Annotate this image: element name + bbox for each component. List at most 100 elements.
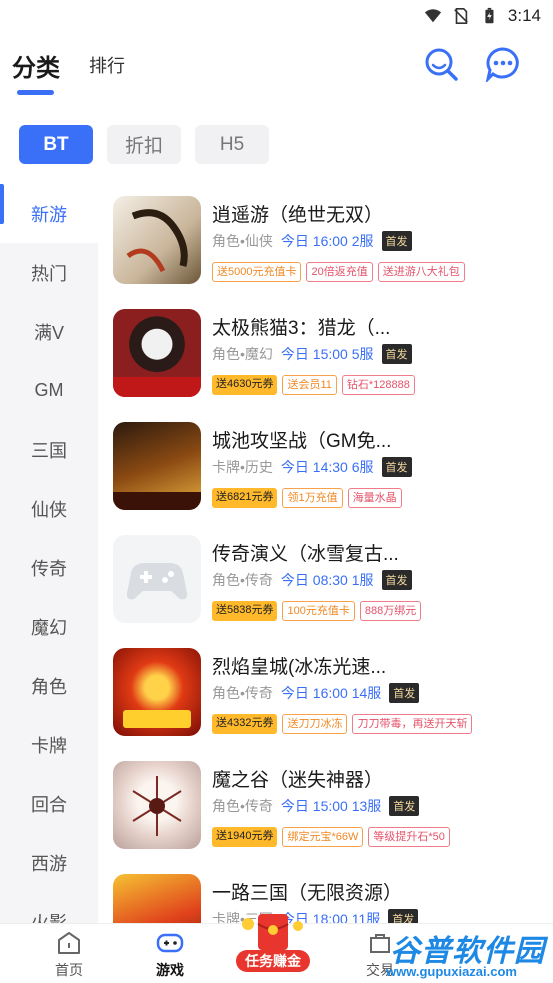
nav-home[interactable]: 首页: [39, 930, 99, 980]
game-row[interactable]: 魔之谷（迷失神器） 角色•传奇 今日 15:00 13服 首发 送1940元券 …: [98, 749, 553, 862]
wifi-icon: [424, 9, 442, 23]
game-server-time: 今日 08:30 1服: [280, 572, 374, 588]
promo-tag: 等级提升石*50: [368, 827, 450, 847]
game-server-time: 今日 15:00 5服: [280, 346, 374, 362]
game-row[interactable]: 城池攻坚战（GM免... 卡牌•历史 今日 14:30 6服 首发 送6821元…: [98, 410, 553, 523]
filter-chips: BT 折扣 H5: [19, 125, 269, 164]
sidebar-item-fantasy[interactable]: 魔幻: [0, 597, 98, 656]
sidebar-item-turn-based[interactable]: 回合: [0, 774, 98, 833]
sidebar-item-xianxia[interactable]: 仙侠: [0, 479, 98, 538]
sidebar-item-hot[interactable]: 热门: [0, 243, 98, 302]
coupon-tag: 送4630元券: [212, 375, 278, 395]
game-tags: 送4332元券 送刀刀冰冻 刀刀带毒，再送开天斩: [212, 714, 473, 734]
game-thumbnail: [113, 874, 201, 923]
promo-tag: 20倍返充值: [306, 262, 373, 282]
game-category: 角色•传奇: [212, 572, 273, 588]
coupon-tag: 送4332元券: [212, 714, 278, 734]
promo-tag: 钻石*128888: [341, 375, 415, 395]
sidebar-item-gm[interactable]: GM: [0, 361, 98, 420]
sidebar-item-maxv[interactable]: 满V: [0, 302, 98, 361]
game-title: 逍遥游（绝世无双）: [212, 205, 384, 226]
game-server-time: 今日 15:00 13服: [280, 798, 382, 814]
clock: 3:14: [507, 6, 541, 25]
game-thumbnail: [113, 196, 201, 284]
sidebar-item-naruto[interactable]: 火影: [0, 892, 98, 924]
promo-tag: 100元充值卡: [282, 601, 355, 621]
game-thumbnail: [113, 648, 201, 736]
home-icon: [58, 932, 80, 954]
first-release-badge: 首发: [389, 796, 420, 816]
promo-tag: 刀刀带毒，再送开天斩: [352, 714, 473, 734]
game-row[interactable]: 逍遥游（绝世无双） 角色•仙侠 今日 16:00 2服 首发 送5000元充值卡…: [98, 184, 553, 297]
chat-bubble-icon[interactable]: [485, 46, 521, 82]
game-server-time: 今日 16:00 2服: [280, 233, 374, 249]
game-category: 角色•仙侠: [212, 233, 273, 249]
promo-tag: 绑定元宝*66W: [282, 827, 364, 847]
game-server-time: 今日 16:00 14服: [280, 685, 382, 701]
game-meta: 角色•仙侠 今日 16:00 2服 首发: [212, 231, 412, 251]
no-sim-icon: [454, 7, 468, 25]
tab-ranking[interactable]: 排行: [89, 52, 125, 78]
game-title: 一路三国（无限资源）: [212, 883, 403, 904]
tab-category[interactable]: 分类: [12, 48, 60, 83]
coupon-tag: 送5838元券: [212, 601, 278, 621]
game-list: 逍遥游（绝世无双） 角色•仙侠 今日 16:00 2服 首发 送5000元充值卡…: [98, 184, 553, 923]
game-row[interactable]: 一路三国（无限资源） 卡牌•三国 今日 18:00 11服 首发: [98, 862, 553, 923]
active-tab-indicator: [17, 90, 54, 95]
task-earn-label: 任务赚金: [236, 950, 310, 972]
game-art-calligraphy: [126, 209, 188, 273]
gamepad-placeholder-icon: [126, 563, 188, 600]
game-row[interactable]: 传奇演义（冰雪复古... 角色•传奇 今日 08:30 1服 首发 送5838元…: [98, 523, 553, 636]
sidebar-item-card[interactable]: 卡牌: [0, 715, 98, 774]
game-art-spider: [132, 776, 182, 836]
filter-bt[interactable]: BT: [19, 125, 93, 164]
game-category: 角色•传奇: [212, 685, 273, 701]
promo-tag: 888万绑元: [359, 601, 422, 621]
game-category: 角色•魔幻: [212, 346, 273, 362]
game-thumbnail: [113, 535, 201, 623]
game-tags: 送5838元券 100元充值卡 888万绑元: [212, 601, 422, 621]
nav-game-label: 游戏: [156, 962, 184, 978]
watermark-url: www.gupuxiazai.com: [386, 964, 517, 979]
game-title: 传奇演义（冰雪复古...: [212, 544, 399, 565]
game-meta: 角色•魔幻 今日 15:00 5服 首发: [212, 344, 412, 364]
game-server-time: 今日 14:30 6服: [280, 459, 374, 475]
game-category: 角色•传奇: [212, 798, 273, 814]
promo-tag: 送5000元充值卡: [212, 262, 302, 282]
promo-tag: 送进游八大礼包: [377, 262, 465, 282]
game-thumbnail: [113, 761, 201, 849]
battery-icon: [485, 7, 494, 24]
category-sidebar: 新游 热门 满V GM 三国 仙侠 传奇 魔幻 角色 卡牌 回合 西游 火影: [0, 184, 98, 923]
sidebar-item-legend[interactable]: 传奇: [0, 538, 98, 597]
sidebar-item-rpg[interactable]: 角色: [0, 656, 98, 715]
first-release-badge: 首发: [388, 909, 419, 923]
first-release-badge: 首发: [381, 344, 412, 364]
game-thumbnail: [113, 309, 201, 397]
top-header: 分类 排行: [0, 34, 553, 104]
sidebar-item-three-kingdoms[interactable]: 三国: [0, 420, 98, 479]
first-release-badge: 首发: [381, 231, 412, 251]
first-release-badge: 首发: [389, 683, 420, 703]
game-title: 魔之谷（迷失神器）: [212, 770, 384, 791]
coupon-tag: 送6821元券: [212, 488, 278, 508]
game-title: 烈焰皇城(冰冻光速...: [212, 657, 387, 678]
game-meta: 角色•传奇 今日 08:30 1服 首发: [212, 570, 412, 590]
task-earn-button[interactable]: 任务赚金: [236, 910, 310, 980]
game-row[interactable]: 烈焰皇城(冰冻光速... 角色•传奇 今日 16:00 14服 首发 送4332…: [98, 636, 553, 749]
search-icon[interactable]: [423, 46, 459, 82]
nav-game[interactable]: 游戏: [140, 930, 200, 980]
game-tags: 送6821元券 领1万充值 海量水晶: [212, 488, 402, 508]
game-meta: 角色•传奇 今日 15:00 13服 首发: [212, 796, 420, 816]
sidebar-item-new[interactable]: 新游: [0, 184, 98, 243]
site-watermark: 谷普软件园 www.gupuxiazai.com: [386, 926, 553, 983]
game-row[interactable]: 太极熊猫3：猎龙（... 角色•魔幻 今日 15:00 5服 首发 送4630元…: [98, 297, 553, 410]
promo-tag: 送刀刀冰冻: [282, 714, 348, 734]
game-tags: 送1940元券 绑定元宝*66W 等级提升石*50: [212, 827, 450, 847]
first-release-badge: 首发: [381, 457, 412, 477]
game-meta: 角色•传奇 今日 16:00 14服 首发: [212, 683, 420, 703]
filter-discount[interactable]: 折扣: [107, 125, 181, 164]
sidebar-item-journey-west[interactable]: 西游: [0, 833, 98, 892]
filter-h5[interactable]: H5: [195, 125, 269, 164]
game-tags: 送4630元券 送会员11 钻石*128888: [212, 375, 415, 395]
game-tags: 送5000元充值卡 20倍返充值 送进游八大礼包: [212, 262, 465, 282]
